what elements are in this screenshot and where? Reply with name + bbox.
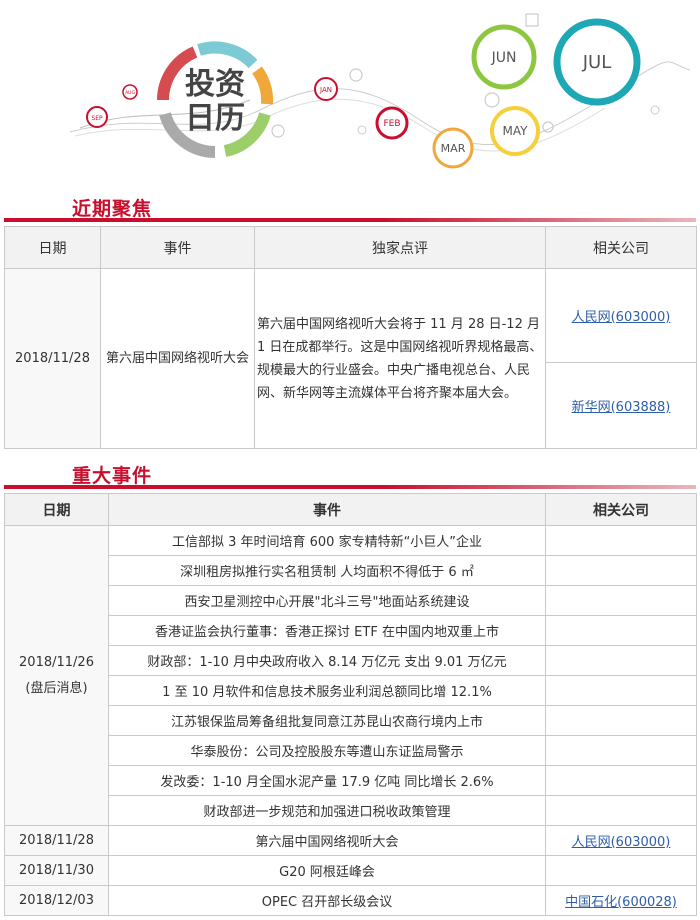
row-date: 2018/11/30 (4, 855, 109, 886)
focus-comment: 第六届中国网络视听大会将于 11 月 28 日-12 月 1 日在成都举行。这是… (254, 268, 546, 449)
events-table: 日期 事件 相关公司 2018/11/26 (盘后消息) 工信部拟 3 年时间培育… (4, 493, 697, 916)
svg-text:SEP: SEP (91, 115, 103, 122)
table-row: 1 至 10 月软件和信息技术服务业利润总额同比增 12.1% (108, 675, 546, 706)
header-event: 事件 (108, 493, 546, 526)
header-company: 相关公司 (545, 226, 697, 269)
table-row: 财政部进一步规范和加强进口税收政策管理 (108, 795, 546, 826)
table-row: 工信部拟 3 年时间培育 600 家专精特新“小巨人”企业 (108, 525, 546, 556)
table-row: 第六届中国网络视听大会 (108, 825, 546, 856)
focus-date: 2018/11/28 (4, 268, 101, 449)
svg-text:JUL: JUL (582, 52, 612, 73)
company-link[interactable]: 人民网(603000) (545, 825, 697, 856)
svg-text:FEB: FEB (383, 119, 400, 129)
month-may: MAY (490, 106, 540, 156)
svg-text:AUG: AUG (125, 90, 135, 96)
month-aug: AUG (122, 84, 138, 100)
row-date: 2018/11/28 (4, 825, 109, 856)
focus-company-link[interactable]: 新华网(603888) (545, 362, 697, 449)
section-title-focus: 近期聚焦 (72, 198, 153, 220)
table-row: 江苏银保监局筹备组批复同意江苏昆山农商行境内上市 (108, 705, 546, 736)
svg-text:JAN: JAN (319, 86, 332, 94)
month-jan: JAN (314, 77, 338, 101)
focus-table: 日期 事件 独家点评 相关公司 2018/11/28 第六届中国网络视听大会 第… (4, 226, 697, 449)
table-row: 华泰股份：公司及控股股东等遭山东证监局警示 (108, 735, 546, 766)
table-row: 财政部：1-10 月中央政府收入 8.14 万亿元 支出 9.01 万亿元 (108, 645, 546, 676)
svg-text:MAY: MAY (503, 124, 529, 138)
table-row: G20 阿根廷峰会 (108, 855, 546, 886)
row-date: 2018/12/03 (4, 885, 109, 916)
header-event: 事件 (100, 226, 255, 269)
svg-text:MAR: MAR (441, 142, 466, 155)
logo-text-line2: 日历 (185, 101, 245, 136)
group-date: 2018/11/26 (盘后消息) (4, 525, 109, 826)
month-sep: SEP (86, 106, 108, 128)
investment-calendar-banner: 投资 日历 SEP AUG JAN FEB MAR MAY JUN JUL (69, 13, 691, 169)
header-date: 日期 (4, 226, 101, 269)
company-link[interactable]: 中国石化(600028) (545, 885, 697, 916)
section-divider (4, 218, 696, 222)
logo-ring: 投资 日历 (157, 41, 274, 158)
table-row: 深圳租房拟推行实名租赁制 人均面积不得低于 6 ㎡ (108, 555, 546, 586)
month-feb: FEB (375, 106, 409, 140)
month-mar: MAR (432, 127, 474, 169)
month-jul: JUL (553, 18, 641, 106)
svg-text:JUN: JUN (491, 50, 517, 66)
focus-event: 第六届中国网络视听大会 (100, 268, 255, 449)
header-company: 相关公司 (545, 493, 697, 526)
table-row: 香港证监会执行董事：香港正探讨 ETF 在中国内地双重上市 (108, 615, 546, 646)
section-title-events: 重大事件 (72, 465, 153, 487)
company-cell (545, 855, 697, 886)
table-row: 西安卫星测控中心开展"北斗三号"地面站系统建设 (108, 585, 546, 616)
table-row: 发改委：1-10 月全国水泥产量 17.9 亿吨 同比增长 2.6% (108, 765, 546, 796)
header-comment: 独家点评 (254, 226, 546, 269)
logo-text-line1: 投资 (185, 67, 245, 102)
focus-company-link[interactable]: 人民网(603000) (545, 268, 697, 363)
header-date: 日期 (4, 493, 109, 526)
table-row: OPEC 召开部长级会议 (108, 885, 546, 916)
section-divider (4, 485, 696, 489)
month-jun: JUN (471, 24, 537, 90)
